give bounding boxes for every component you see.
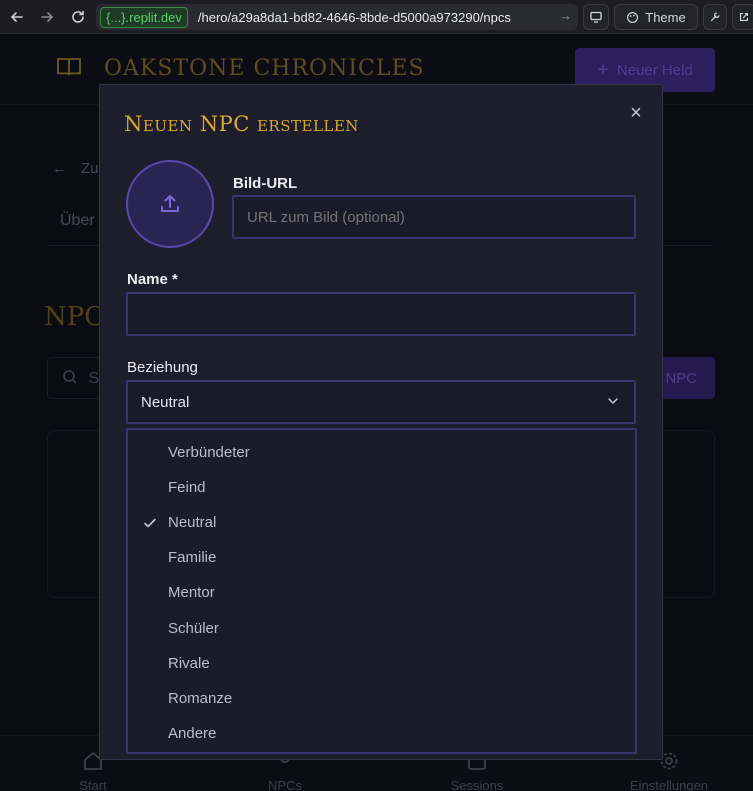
relationship-dropdown: Verbündeter Feind Neutral Familie Mentor… bbox=[126, 428, 637, 754]
option-label: Romanze bbox=[168, 689, 233, 707]
relationship-label: Beziehung bbox=[127, 359, 198, 376]
relationship-select[interactable]: Neutral bbox=[126, 380, 636, 424]
url-domain: {...}.replit.dev bbox=[100, 6, 188, 28]
chevron-down-icon bbox=[608, 398, 618, 405]
option-label: Mentor bbox=[168, 584, 215, 602]
plus-icon: + bbox=[597, 58, 609, 81]
dropdown-option[interactable]: Feind bbox=[128, 470, 635, 505]
option-label: Schüler bbox=[168, 619, 219, 637]
upload-icon bbox=[161, 195, 179, 212]
nav-label-settings: Einstellungen bbox=[629, 778, 709, 791]
browser-toolbar: {...}.replit.dev /hero/a29a8da1-bd82-464… bbox=[0, 0, 753, 34]
theme-label: Theme bbox=[645, 9, 686, 25]
forward-arrow-icon[interactable] bbox=[36, 6, 58, 28]
option-label: Neutral bbox=[168, 514, 217, 532]
option-label: Andere bbox=[168, 724, 217, 742]
option-label: Familie bbox=[168, 549, 217, 567]
new-hero-label: Neuer Held bbox=[616, 61, 693, 79]
relationship-selected-value: Neutral bbox=[141, 393, 190, 411]
option-label: Verbündeter bbox=[168, 444, 250, 462]
nav-label-npcs: NPCs bbox=[268, 778, 302, 791]
dropdown-option[interactable]: Familie bbox=[128, 540, 635, 575]
nav-label-sessions: Sessions bbox=[450, 778, 504, 791]
dropdown-option-selected[interactable]: Neutral bbox=[128, 505, 635, 540]
url-go-icon[interactable]: → bbox=[559, 8, 572, 23]
dropdown-option[interactable]: Verbündeter bbox=[128, 435, 635, 470]
dropdown-option[interactable]: Schüler bbox=[128, 610, 635, 645]
image-url-label: Bild-URL bbox=[233, 175, 298, 192]
option-label: Feind bbox=[168, 479, 206, 497]
name-label: Name * bbox=[127, 271, 178, 288]
npcs-page-title: NPC bbox=[44, 302, 105, 332]
theme-button[interactable]: Theme bbox=[614, 4, 698, 30]
add-npc-label: NPC bbox=[665, 369, 697, 387]
search-label: S bbox=[88, 370, 100, 387]
image-url-input[interactable] bbox=[232, 195, 636, 239]
url-bar[interactable]: {...}.replit.dev /hero/a29a8da1-bd82-464… bbox=[96, 4, 578, 30]
book-icon bbox=[56, 55, 82, 79]
brand-title: OAKSTONE CHRONICLES bbox=[104, 56, 425, 81]
dialog-title: Neuen NPC erstellen bbox=[124, 112, 359, 136]
wrench-icon[interactable] bbox=[703, 4, 727, 30]
dropdown-option[interactable]: Andere bbox=[128, 716, 635, 751]
screen-icon[interactable] bbox=[583, 4, 609, 30]
reload-icon[interactable] bbox=[67, 6, 89, 28]
option-label: Rivale bbox=[168, 654, 210, 672]
dropdown-option[interactable]: Romanze bbox=[128, 681, 635, 716]
search-icon bbox=[62, 370, 82, 387]
back-link[interactable]: ← Zu bbox=[52, 160, 99, 177]
dropdown-option[interactable]: Rivale bbox=[128, 646, 635, 681]
dropdown-option[interactable]: Mentor bbox=[128, 575, 635, 610]
name-input[interactable] bbox=[126, 292, 636, 336]
check-icon bbox=[144, 518, 156, 528]
palette-icon bbox=[627, 11, 639, 23]
url-path: /hero/a29a8da1-bd82-4646-8bde-d5000a9732… bbox=[197, 9, 511, 25]
nav-label-start: Start bbox=[79, 778, 107, 791]
back-arrow-icon[interactable] bbox=[6, 6, 28, 28]
arrow-left-icon: ← bbox=[52, 160, 67, 177]
tab-overview[interactable]: Über bbox=[60, 212, 95, 230]
back-label: Zu bbox=[81, 160, 99, 177]
image-upload-button[interactable] bbox=[126, 160, 214, 248]
close-icon[interactable]: × bbox=[626, 103, 646, 123]
external-link-icon[interactable] bbox=[732, 4, 753, 30]
